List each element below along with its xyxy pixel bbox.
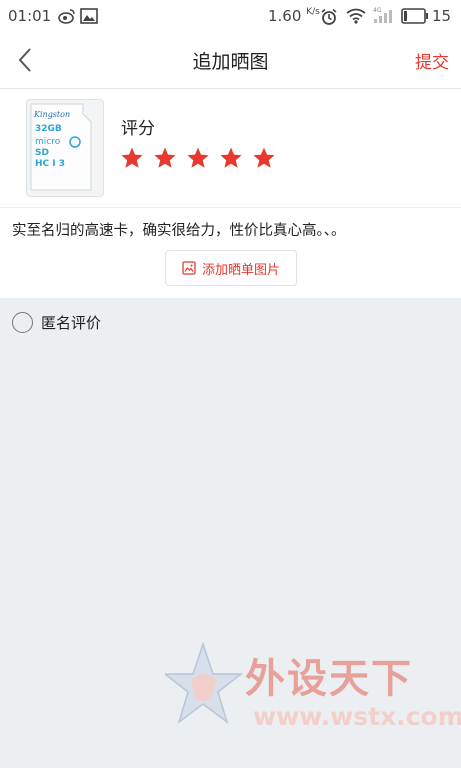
- battery-level: 15: [432, 7, 452, 25]
- star-icon[interactable]: [252, 146, 276, 170]
- rating-stars[interactable]: [120, 146, 276, 170]
- watermark-logo-icon: [165, 641, 243, 724]
- battery-icon: [401, 8, 429, 28]
- watermark: 外设天下 www.wstx.com: [165, 640, 461, 740]
- watermark-text: 外设天下: [245, 656, 413, 702]
- alarm-icon: [320, 8, 338, 30]
- svg-text:Kingston: Kingston: [33, 110, 70, 119]
- anonymous-option[interactable]: 匿名评价: [12, 312, 101, 333]
- signal-icon: 4G: [372, 6, 394, 28]
- header-bar: 追加晒图 提交: [0, 32, 461, 89]
- svg-text:HC I 3: HC I 3: [35, 159, 65, 169]
- watermark-url: www.wstx.com: [253, 702, 461, 731]
- status-bar: 01:01 1.60 K/s 4G 15: [0, 0, 461, 32]
- star-icon[interactable]: [153, 146, 177, 170]
- weibo-icon: [58, 8, 76, 28]
- add-photo-label: 添加晒单图片: [201, 262, 280, 278]
- star-icon[interactable]: [186, 146, 210, 170]
- add-photo-button[interactable]: 添加晒单图片: [165, 250, 297, 286]
- review-card: Kingston 32GB micro SD HC I 3 评分 实至名归的高速…: [0, 89, 461, 298]
- svg-text:32GB: 32GB: [35, 124, 62, 134]
- anonymous-label: 匿名评价: [41, 314, 102, 332]
- anonymous-radio[interactable]: [12, 312, 33, 333]
- svg-text:micro: micro: [35, 137, 61, 147]
- star-icon[interactable]: [219, 146, 243, 170]
- sd-card-image: Kingston 32GB micro SD HC I 3: [30, 103, 92, 191]
- svg-text:4G: 4G: [373, 7, 382, 14]
- photo-icon: [182, 261, 196, 275]
- status-time: 01:01: [8, 7, 52, 25]
- svg-text:SD: SD: [35, 148, 49, 158]
- star-icon[interactable]: [120, 146, 144, 170]
- wifi-icon: [346, 8, 366, 28]
- page-title: 追加晒图: [192, 51, 269, 73]
- network-speed: 1.60 K/s: [268, 7, 320, 25]
- divider: [0, 207, 461, 208]
- image-icon: [80, 8, 98, 28]
- rating-label: 评分: [121, 119, 155, 139]
- submit-button[interactable]: 提交: [415, 48, 449, 73]
- product-image: Kingston 32GB micro SD HC I 3: [26, 99, 104, 197]
- review-text[interactable]: 实至名归的高速卡，确实很给力，性价比真心高。、。: [12, 219, 346, 240]
